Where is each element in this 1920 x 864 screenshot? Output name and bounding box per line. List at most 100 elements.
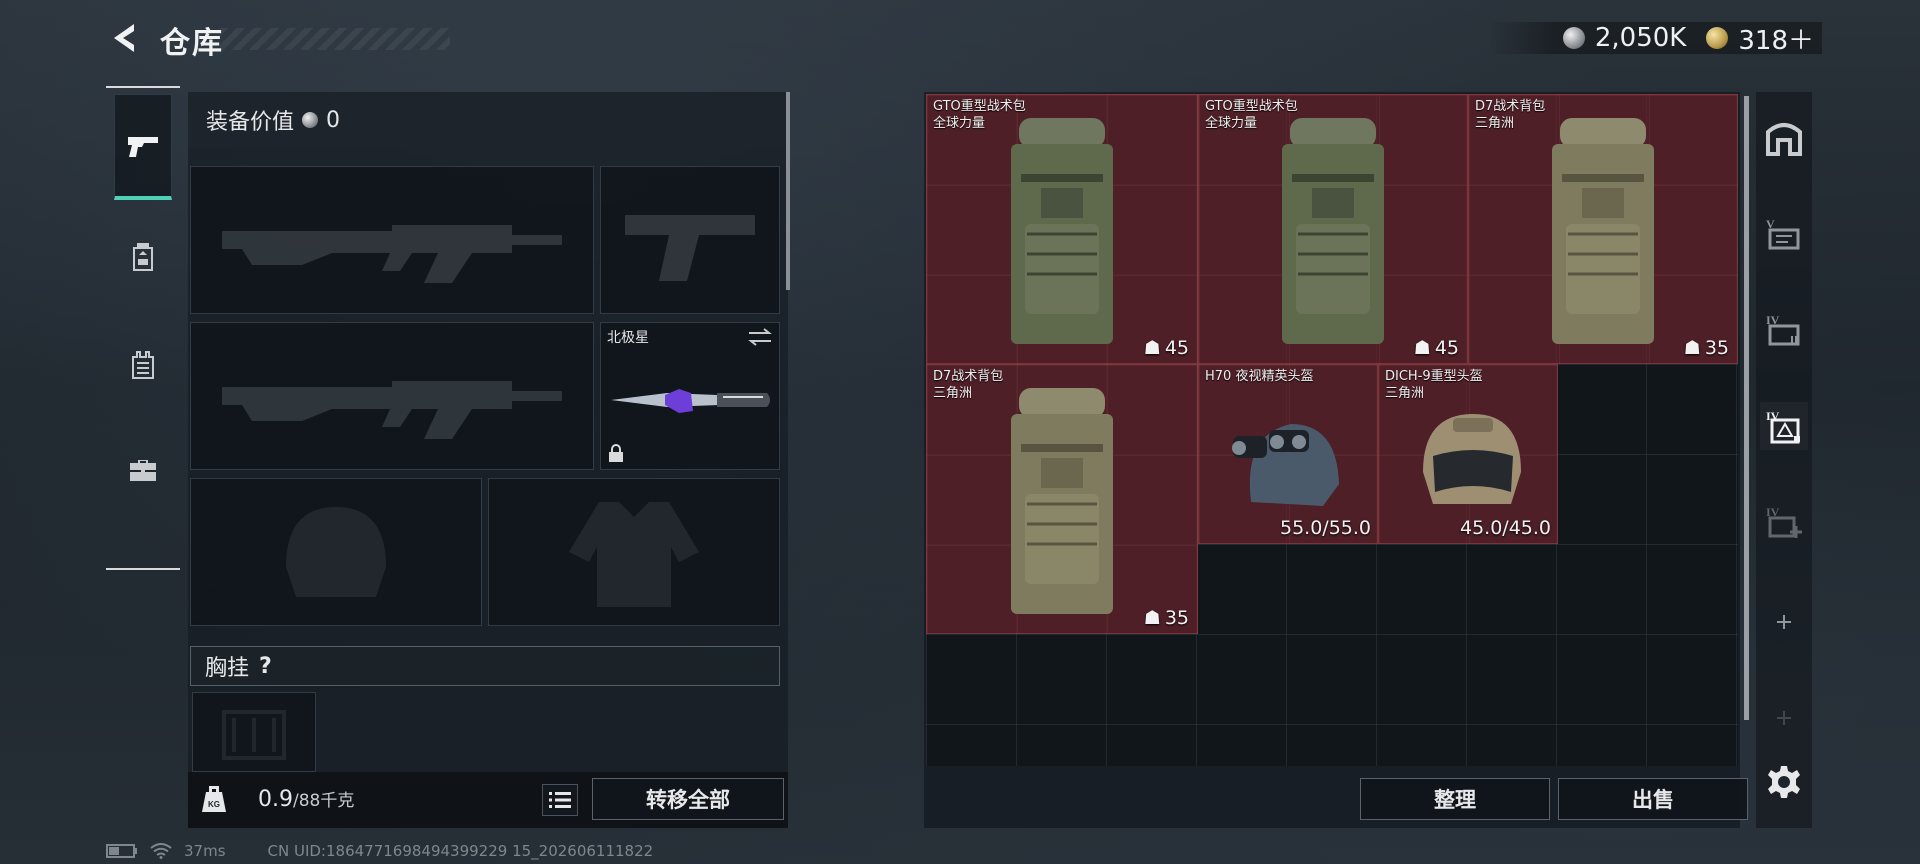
- vest-icon: [132, 351, 154, 379]
- currency-bar: 2,050K 318＋: [1488, 20, 1822, 57]
- weight-current: 0.9: [258, 787, 293, 812]
- help-icon[interactable]: ?: [259, 654, 272, 679]
- user-uid: CN UID:1864771698494399229 15_2026061118…: [267, 842, 654, 860]
- primary-weapon-slot-2[interactable]: [190, 322, 594, 470]
- weight-readout: 0.9/88千克: [258, 786, 354, 812]
- storage-scrollbar[interactable]: [1744, 96, 1749, 720]
- list-view-button[interactable]: [542, 784, 578, 816]
- melee-item-name: 北极星: [607, 330, 649, 346]
- storage-iv-b-icon: IV: [1766, 409, 1800, 444]
- storage-item-backpack[interactable]: D7战术背包 三角洲 ☗ 35: [926, 364, 1198, 634]
- karambit-knife-icon: [611, 389, 770, 413]
- tab-vault[interactable]: [1760, 114, 1808, 162]
- storage-tabs: V IV IV IV: [1756, 92, 1812, 828]
- list-icon: [549, 792, 571, 808]
- storage-item-helmet[interactable]: H70 夜视精英头盔 55.0/55.0: [1198, 364, 1378, 544]
- svg-text:KG: KG: [208, 800, 220, 809]
- swap-icon[interactable]: [747, 327, 773, 347]
- page-title: 仓库: [160, 26, 224, 61]
- body-armor-slot[interactable]: [488, 478, 780, 626]
- tab-storage-iv-a[interactable]: IV: [1760, 306, 1808, 354]
- back-arrow-icon: [114, 24, 134, 52]
- tab-add-storage[interactable]: [1760, 598, 1808, 646]
- item-name-block: GTO重型战术包 全球力量: [933, 98, 1026, 132]
- sort-button[interactable]: 整理: [1360, 778, 1550, 820]
- item-capacity: ☗ 35: [1684, 337, 1729, 359]
- chest-rig-slot[interactable]: [192, 692, 316, 772]
- storage-item-backpack[interactable]: GTO重型战术包 全球力量 ☗ 45: [1198, 94, 1468, 364]
- tab-storage-iv-b[interactable]: IV: [1760, 402, 1808, 450]
- toolbox-icon: [130, 460, 156, 481]
- storage-iv-a-icon: IV: [1766, 313, 1800, 346]
- item-capacity: ☗ 35: [1144, 607, 1189, 629]
- settings-button[interactable]: [1760, 758, 1808, 806]
- item-name: DICH-9重型头盔: [1385, 369, 1483, 384]
- pistol-icon: [128, 136, 158, 157]
- rifle-silhouette-icon: [191, 167, 593, 313]
- backpack-icon: [1469, 95, 1737, 363]
- storage-item-helmet[interactable]: DICH-9重型头盔 三角洲 45.0/45.0: [1378, 364, 1558, 544]
- storage-item-backpack[interactable]: GTO重型战术包 全球力量 ☗ 45: [926, 94, 1198, 364]
- item-brand: 三角洲: [933, 386, 973, 401]
- helmet-slot[interactable]: [190, 478, 482, 626]
- storage-iv-add-icon: IV: [1766, 505, 1802, 538]
- item-capacity-value: 45: [1164, 337, 1189, 359]
- gold-coin-icon: [1706, 27, 1729, 49]
- equipment-scrollbar[interactable]: [786, 92, 790, 290]
- ghost-icon: ☗: [1143, 337, 1161, 359]
- plus-icon-dim: [1777, 711, 1791, 725]
- backpack-icon: [1199, 95, 1467, 363]
- equipment-category-nav: [106, 86, 180, 570]
- backpack-icon: [927, 365, 1197, 633]
- equipment-value-label: 装备价值: [206, 110, 295, 135]
- tab-add-storage-disabled: [1760, 694, 1808, 742]
- primary-weapon-slot-1[interactable]: [190, 166, 594, 314]
- item-brand: 三角洲: [1475, 116, 1515, 131]
- equipment-value: 0: [326, 107, 341, 133]
- chest-rig-label: 胸挂: [205, 656, 250, 681]
- back-button[interactable]: [104, 18, 144, 58]
- transfer-all-button[interactable]: 转移全部: [592, 778, 784, 820]
- ping-value: 37ms: [184, 842, 226, 860]
- helmet-silhouette-icon: [191, 479, 481, 625]
- item-durability: 45.0/45.0: [1459, 517, 1551, 539]
- item-name-block: D7战术背包 三角洲: [1475, 98, 1545, 132]
- pistol-silhouette-icon: [601, 167, 779, 313]
- item-durability: 55.0/55.0: [1279, 517, 1371, 539]
- item-name: GTO重型战术包: [1205, 99, 1298, 114]
- wifi-icon: [150, 843, 172, 859]
- item-name-block: GTO重型战术包 全球力量: [1205, 98, 1298, 132]
- item-brand: 全球力量: [1205, 116, 1258, 131]
- weight-max: /88千克: [293, 791, 355, 811]
- item-name-block: D7战术背包 三角洲: [933, 368, 1003, 402]
- pistol-slot[interactable]: [600, 166, 780, 314]
- vault-icon: [1766, 123, 1802, 156]
- item-name-block: H70 夜视精英头盔: [1205, 368, 1313, 385]
- tab-storage-v[interactable]: V: [1760, 210, 1808, 258]
- nav-weapons[interactable]: [114, 94, 172, 200]
- nav-toolbox[interactable]: [114, 418, 172, 524]
- item-brand: 全球力量: [933, 116, 986, 131]
- storage-v-icon: V: [1766, 217, 1800, 250]
- backpack-icon: [133, 243, 153, 271]
- tab-storage-iv-add[interactable]: IV: [1760, 498, 1808, 546]
- storage-item-backpack[interactable]: D7战术背包 三角洲 ☗ 35: [1468, 94, 1738, 364]
- melee-slot[interactable]: 北极星: [600, 322, 780, 470]
- chest-rig-header: 胸挂 ?: [190, 646, 780, 686]
- sell-button[interactable]: 出售: [1558, 778, 1748, 820]
- battery-icon: [106, 844, 137, 858]
- silver-coin-icon: [1562, 27, 1585, 49]
- nav-armor[interactable]: [114, 312, 172, 418]
- silver-coin-icon: [302, 112, 319, 128]
- armor-silhouette-icon: [489, 479, 779, 625]
- title-decoration: [220, 28, 450, 50]
- equipment-value-header: 装备价值 0: [188, 92, 786, 148]
- gold-currency-value[interactable]: 318＋: [1738, 20, 1814, 57]
- nav-backpack[interactable]: [114, 204, 172, 310]
- item-name: D7战术背包: [933, 369, 1004, 384]
- item-name: D7战术背包: [1475, 99, 1546, 114]
- ghost-icon: ☗: [1683, 337, 1701, 359]
- item-capacity: ☗ 45: [1144, 337, 1189, 359]
- rig-silhouette-icon: [193, 693, 315, 771]
- ghost-icon: ☗: [1413, 337, 1431, 359]
